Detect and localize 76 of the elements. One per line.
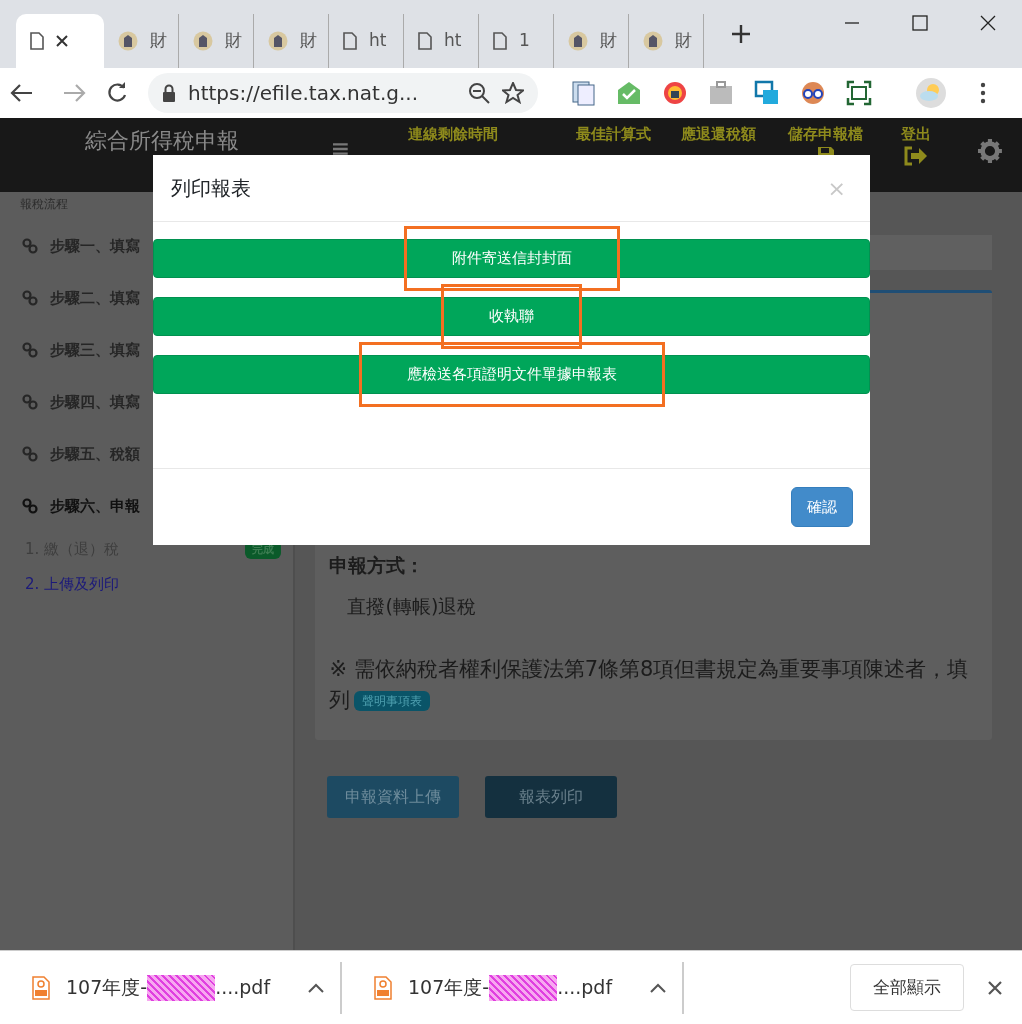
screenshot-icon[interactable] — [846, 80, 872, 106]
tab-title: ht — [369, 29, 387, 53]
glasses-face-icon[interactable] — [800, 80, 826, 106]
tab-title: 財 — [150, 29, 167, 53]
emblem-icon — [568, 31, 588, 51]
settings-icon[interactable] — [978, 138, 1002, 164]
download-item[interactable]: 107年度- ....pdf — [342, 961, 684, 1014]
link-icon — [22, 394, 38, 410]
reload-icon[interactable] — [106, 82, 128, 104]
notes-icon[interactable] — [570, 80, 596, 106]
browser-tab[interactable] — [16, 14, 104, 68]
lock-icon — [162, 84, 176, 102]
action-button[interactable]: 申報資料上傳 — [327, 776, 460, 818]
link-icon — [22, 446, 38, 462]
emblem-icon — [643, 31, 663, 51]
emblem-icon — [268, 31, 288, 51]
close-icon[interactable] — [980, 15, 996, 31]
page-icon — [30, 32, 44, 50]
zoom-out-icon[interactable] — [468, 82, 490, 104]
close-icon[interactable] — [56, 35, 68, 47]
link-icon — [22, 290, 38, 306]
emblem-icon — [193, 31, 213, 51]
form-link[interactable]: 聲明事項表 — [354, 690, 431, 712]
link-icon — [22, 342, 38, 358]
confirm-button[interactable]: 確認 — [791, 486, 853, 528]
substep-link[interactable]: 2. 上傳及列印 — [25, 573, 120, 596]
url-text: https://efile.tax.nat.g... — [188, 80, 419, 107]
print-option-button[interactable]: 應檢送各項證明文件單據申報表 — [153, 355, 870, 394]
menu-icon[interactable] — [980, 82, 986, 104]
action-button[interactable]: 報表列印 — [485, 776, 618, 818]
header-label: 儲存申報檔 — [788, 124, 864, 145]
dialog-title: 列印報表 — [171, 175, 251, 202]
step-link[interactable]: 步驟六、申報 — [0, 480, 294, 532]
tab-title: 財 — [300, 29, 317, 53]
print-option-button[interactable]: 收執聯 — [153, 297, 870, 336]
field-value: 直撥(轉帳)退稅 — [346, 593, 478, 619]
header-label: 連線剩餘時間 — [408, 124, 499, 145]
page-icon — [418, 32, 432, 50]
pdf-file-icon — [32, 975, 50, 1000]
link-icon — [22, 238, 38, 254]
tab-title: ht — [444, 29, 462, 53]
page-icon — [343, 32, 357, 50]
tab-title: 財 — [225, 29, 242, 53]
back-icon[interactable] — [10, 83, 34, 103]
menu-icon[interactable] — [333, 142, 349, 156]
header-label: 登出 — [900, 124, 931, 145]
file-extension: ....pdf — [215, 975, 271, 1001]
header-label: 應退還稅額 — [680, 124, 756, 145]
download-item[interactable]: 107年度- ....pdf — [0, 961, 342, 1014]
star-icon[interactable] — [502, 82, 524, 104]
briefcase-icon[interactable] — [708, 80, 734, 106]
new-tab-icon[interactable] — [732, 25, 750, 43]
note-text: ※ 需依納稅者權利保護法第7條第8項但書規定為重要事項陳述者，填列 聲明事項表 — [329, 656, 970, 714]
file-name: 107年度- — [408, 975, 490, 1001]
file-extension: ....pdf — [557, 975, 613, 1001]
header-label: 最佳計算式 — [575, 124, 651, 145]
close-icon[interactable] — [988, 980, 1002, 995]
print-option-button[interactable]: 附件寄送信封封面 — [153, 239, 870, 278]
maximize-icon[interactable] — [912, 15, 928, 31]
field-label: 申報方式： — [329, 553, 426, 578]
link-icon — [22, 498, 38, 514]
site-title: 綜合所得稅申報 — [85, 127, 240, 155]
file-name: 107年度- — [66, 975, 148, 1001]
tab-title: 財 — [600, 29, 617, 53]
caret-icon[interactable] — [650, 982, 667, 993]
address-bar[interactable]: https://efile.tax.nat.g... — [148, 73, 538, 113]
show-all-button[interactable]: 全部顯示 — [850, 963, 964, 1012]
caret-icon[interactable] — [308, 982, 325, 993]
logout-icon[interactable] — [903, 145, 928, 166]
share-screen-icon[interactable] — [754, 80, 780, 106]
pdf-file-icon — [374, 975, 392, 1000]
tab-title: 1 — [519, 29, 530, 53]
emblem-icon — [118, 31, 138, 51]
mail-check-icon[interactable] — [616, 80, 642, 106]
page-icon — [493, 32, 507, 50]
tab-title: 財 — [675, 29, 692, 53]
